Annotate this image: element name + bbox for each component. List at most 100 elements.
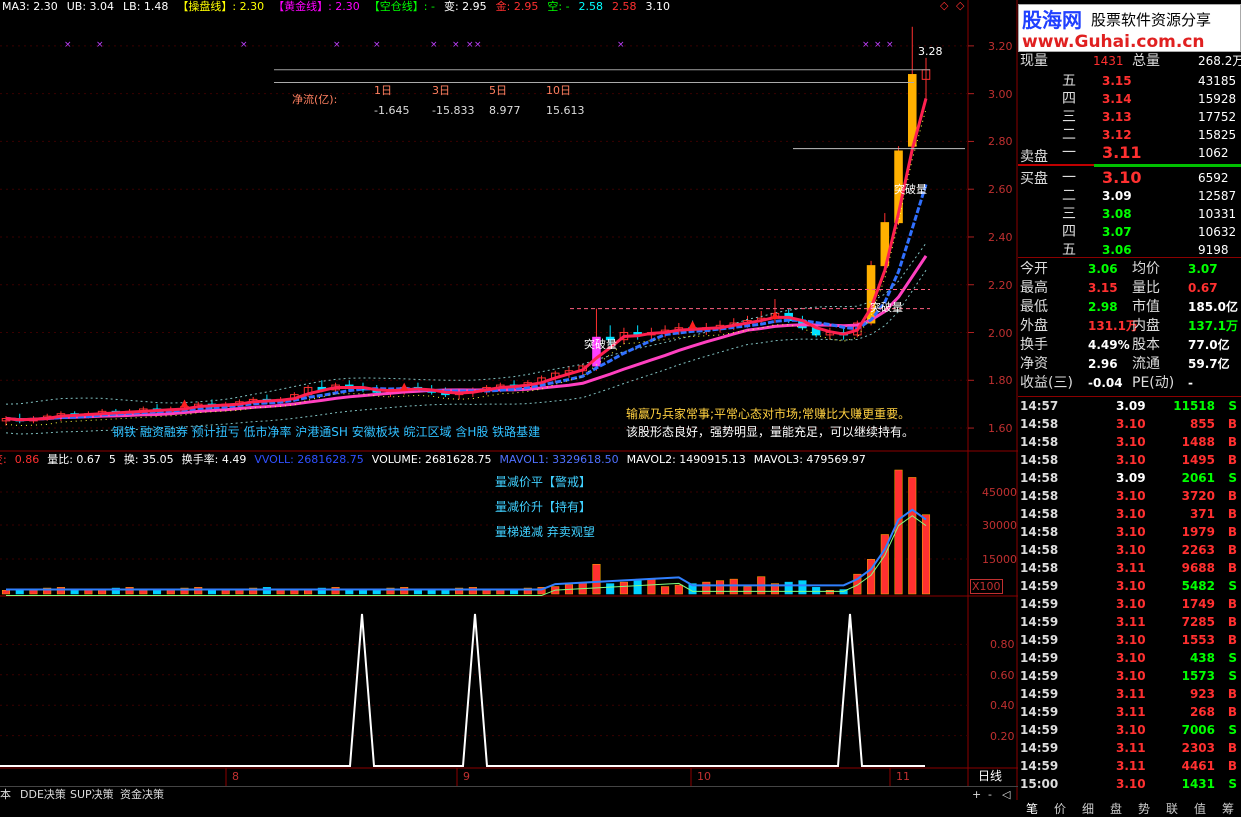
site-logo[interactable]: 股海网 股票软件资源分享 www.Guhai.com.cn	[1018, 4, 1241, 52]
volume-bar	[482, 590, 491, 595]
zoom-in-button[interactable]: +	[972, 788, 981, 802]
tick-price: 3.11	[1116, 687, 1146, 701]
stat-value2-3: 137.1万	[1188, 319, 1238, 333]
tick-time: 14:59	[1020, 633, 1059, 647]
ma-mid-line	[5, 183, 928, 422]
side-tab-6[interactable]: 值	[1194, 801, 1206, 817]
tab-sup[interactable]: SUP决策	[70, 788, 114, 802]
tick-price: 3.10	[1116, 777, 1146, 791]
stat-value2-2: 185.0亿	[1188, 300, 1238, 314]
indicator-axis-label-2: 0.40	[990, 699, 1015, 713]
diamond-icon[interactable]: ◇	[940, 0, 948, 12]
breakthrough-label-1: 突破量	[894, 183, 927, 196]
tick-row[interactable]: 14:59 3.10 438 S	[1018, 649, 1241, 667]
header-item-11: 3.10	[645, 0, 671, 13]
volume-axis-label-2: 15000	[982, 553, 1017, 566]
tab-ben[interactable]: 本	[0, 788, 11, 802]
tick-row[interactable]: 14:58 3.09 2061 S	[1018, 469, 1241, 487]
side-tab-5[interactable]: 联	[1166, 801, 1178, 817]
zoom-out-button[interactable]: -	[988, 788, 992, 802]
volume-bar	[702, 581, 711, 595]
side-tab-4[interactable]: 势	[1138, 801, 1150, 817]
price-axis-label-1: 3.00	[988, 87, 1013, 101]
tick-row[interactable]: 14:59 3.11 7285 B	[1018, 613, 1241, 631]
buy-price-2: 3.08	[1102, 207, 1132, 221]
stat-label2-5: 流通	[1132, 356, 1160, 372]
tick-price: 3.11	[1116, 615, 1146, 629]
tick-row[interactable]: 15:00 3.10 1431 S	[1018, 775, 1241, 793]
tick-row[interactable]: 14:59 3.10 7006 S	[1018, 721, 1241, 739]
tick-row[interactable]: 14:58 3.10 1495 B	[1018, 451, 1241, 469]
tick-price: 3.10	[1116, 543, 1146, 557]
tick-row[interactable]: 14:59 3.11 268 B	[1018, 703, 1241, 721]
tick-volume: 9688	[1181, 561, 1215, 575]
tick-row[interactable]: 14:59 3.10 1573 S	[1018, 667, 1241, 685]
tick-volume: 1573	[1181, 669, 1215, 683]
tick-row[interactable]: 14:58 3.10 1979 B	[1018, 523, 1241, 541]
tick-time: 14:58	[1020, 471, 1059, 485]
side-tab-1[interactable]: 价	[1054, 801, 1066, 817]
signal-line	[0, 613, 925, 767]
tick-row[interactable]: 14:59 3.10 5482 S	[1018, 577, 1241, 595]
tick-row[interactable]: 14:58 3.10 1488 B	[1018, 433, 1241, 451]
stat-value-3: 131.1万	[1088, 319, 1138, 333]
tick-price: 3.11	[1116, 741, 1146, 755]
sell-price-2: 3.13	[1102, 110, 1132, 124]
tick-row[interactable]: 14:59 3.11 923 B	[1018, 685, 1241, 703]
tick-row[interactable]: 14:58 3.10 371 B	[1018, 505, 1241, 523]
tab-dde[interactable]: DDE决策	[20, 788, 66, 802]
value-now-volume: 1431	[1093, 54, 1124, 68]
tick-row[interactable]: 14:58 3.10 3720 B	[1018, 487, 1241, 505]
date-label-0: 8	[232, 770, 239, 783]
tick-time: 14:59	[1020, 615, 1059, 629]
header-item-7: 金: 2.95	[495, 0, 539, 13]
tick-row[interactable]: 14:58 3.10 2263 B	[1018, 541, 1241, 559]
side-tab-7[interactable]: 筹	[1222, 801, 1234, 817]
buy-arrow-marker	[688, 320, 697, 329]
tick-row[interactable]: 14:57 3.09 11518 S	[1018, 397, 1241, 415]
buy-level-1: 二	[1062, 188, 1076, 204]
buy-row-2: 三 3.08 10331	[1018, 205, 1241, 223]
tick-direction: B	[1227, 687, 1237, 701]
period-label[interactable]: 日线	[978, 770, 1002, 783]
tick-row[interactable]: 14:58 3.11 9688 B	[1018, 559, 1241, 577]
volume-header-item-3: 5	[108, 453, 116, 466]
side-tab-3[interactable]: 盘	[1110, 801, 1122, 817]
tick-price: 3.10	[1116, 597, 1146, 611]
volume-bar	[1, 590, 11, 595]
tick-price: 3.10	[1116, 507, 1146, 521]
quote-panel: 现量 1431 总量 268.2万五 3.15 43185 四 3.14 15928 三 3.13 1…	[1018, 52, 1241, 397]
logo-subtitle: 股票软件资源分享	[1091, 11, 1212, 29]
signal-x-marker: ×	[373, 40, 381, 50]
scroll-left-button[interactable]: ◁	[1002, 788, 1010, 802]
volume-bar	[70, 590, 79, 595]
side-tab-2[interactable]: 细	[1082, 801, 1094, 817]
stat-row-3: 外盘 131.1万 内盘 137.1万	[1018, 317, 1241, 335]
tick-direction: B	[1227, 705, 1237, 719]
tick-row[interactable]: 14:58 3.10 855 B	[1018, 415, 1241, 433]
tick-row[interactable]: 14:59 3.10 1553 B	[1018, 631, 1241, 649]
tick-direction: S	[1228, 399, 1237, 413]
volume-bars	[1, 469, 931, 597]
tick-direction: B	[1227, 453, 1237, 467]
tick-list[interactable]: 14:57 3.09 11518 S 14:58 3.10 855 B 14:58 3.10 148…	[1018, 396, 1241, 801]
stat-value-5: 2.96	[1088, 357, 1118, 371]
tick-price: 3.10	[1116, 417, 1146, 431]
tick-row[interactable]: 14:59 3.10 1749 B	[1018, 595, 1241, 613]
bid-ask-divider-red	[1018, 164, 1094, 166]
tick-direction: B	[1227, 597, 1237, 611]
stat-value-6: -0.04	[1088, 376, 1123, 390]
close-icon[interactable]: ◇	[956, 0, 964, 12]
volume-bar	[784, 581, 793, 595]
tab-fund[interactable]: 资金决策	[120, 788, 164, 802]
tick-row[interactable]: 14:59 3.11 4461 B	[1018, 757, 1241, 775]
netflow-col-10: 10日	[546, 84, 571, 97]
tick-price: 3.10	[1116, 435, 1146, 449]
sell-row-3: 二 3.12 15825	[1018, 126, 1241, 144]
tick-row[interactable]: 14:59 3.11 2303 B	[1018, 739, 1241, 757]
volume-header-item-8: MAVOL1: 3329618.50	[499, 453, 619, 466]
header-item-8: 空: -	[547, 0, 570, 13]
side-tab-0[interactable]: 笔	[1026, 801, 1038, 817]
header-item-1: UB: 3.04	[66, 0, 115, 13]
price-axis-label-6: 2.00	[988, 326, 1013, 340]
